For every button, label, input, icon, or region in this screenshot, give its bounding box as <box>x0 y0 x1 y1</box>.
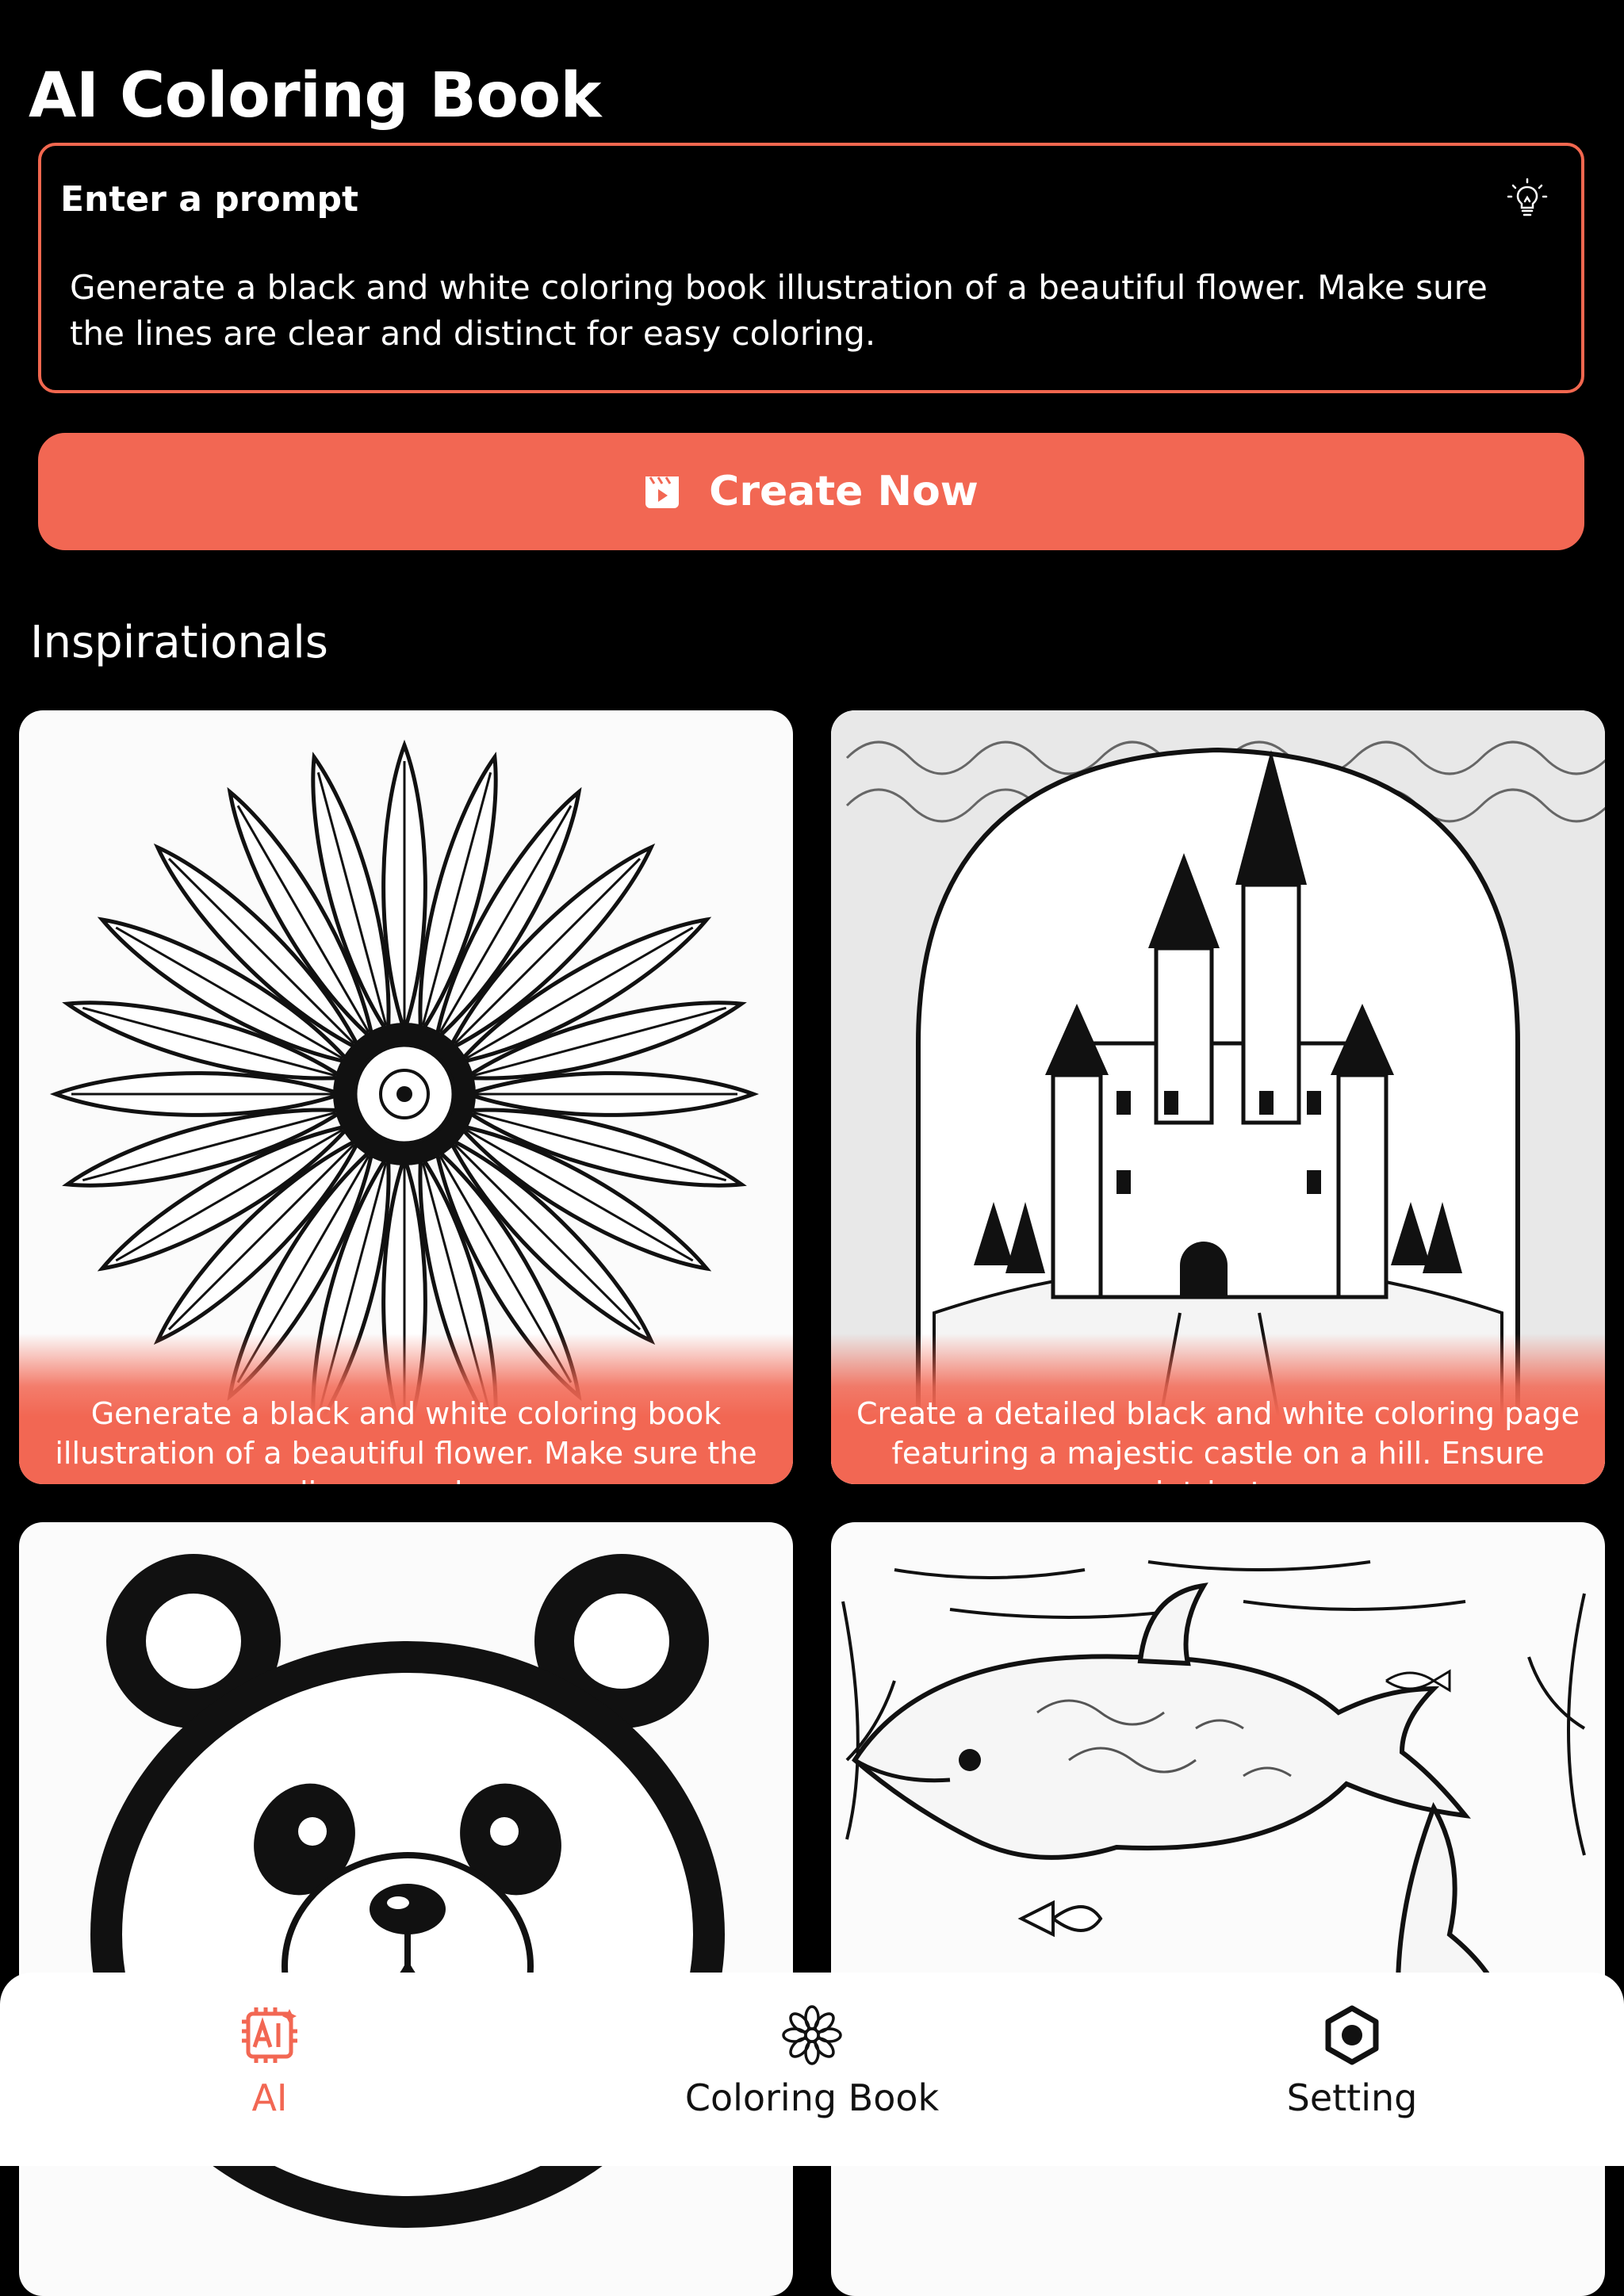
tab-coloring-book[interactable]: Coloring Book <box>614 2004 1010 2122</box>
card-caption: Generate a black and white coloring book… <box>19 1334 793 1484</box>
ai-chip-icon <box>242 2007 297 2063</box>
tab-coloring-book-label: Coloring Book <box>684 2076 940 2119</box>
panda-illustration <box>90 1554 725 2228</box>
tab-ai[interactable]: AI <box>71 2004 468 2122</box>
card-caption: Create a detailed black and white colori… <box>831 1334 1605 1484</box>
page-title: AI Coloring Book <box>29 60 601 132</box>
section-title-inspirationals: Inspirationals <box>30 617 328 668</box>
create-now-button[interactable]: Create Now <box>38 433 1584 550</box>
inspiration-card-flower[interactable]: Generate a black and white coloring book… <box>19 710 793 1484</box>
mandala-icon <box>782 2005 842 2065</box>
prompt-input-text[interactable]: Generate a black and white coloring book… <box>70 265 1510 357</box>
hexagon-settings-icon <box>1325 2005 1379 2065</box>
bottom-tab-bar: AI Coloring Book Setting <box>0 1973 1624 2166</box>
tab-setting-label: Setting <box>1286 2076 1418 2119</box>
lightbulb-icon[interactable] <box>1505 178 1549 222</box>
inspiration-card-castle[interactable]: Create a detailed black and white colori… <box>831 710 1605 1484</box>
inspiration-card-panda[interactable] <box>19 1522 793 2296</box>
tab-ai-label: AI <box>251 2076 288 2119</box>
create-now-label: Create Now <box>709 468 979 515</box>
prompt-field[interactable]: Enter a prompt Generate a black and whit… <box>38 143 1584 393</box>
video-play-icon <box>645 476 680 508</box>
tab-setting[interactable]: Setting <box>1154 2004 1550 2122</box>
ocean-illustration <box>841 1560 1586 2152</box>
inspiration-card-ocean[interactable] <box>831 1522 1605 2296</box>
prompt-label: Enter a prompt <box>60 179 359 220</box>
